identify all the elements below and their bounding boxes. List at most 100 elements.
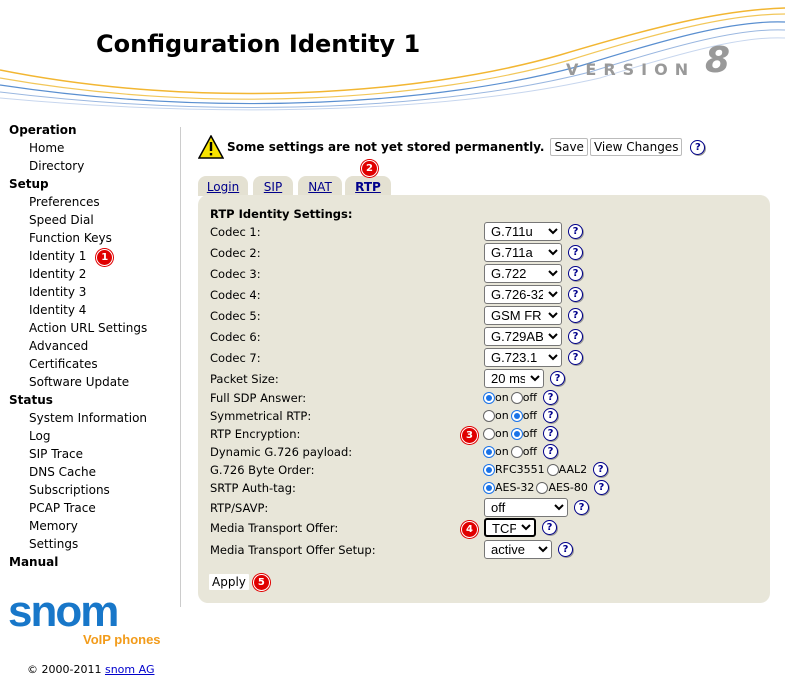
byte-order-rfc3551-radio[interactable]	[483, 463, 495, 476]
help-icon[interactable]: ?	[568, 308, 583, 323]
sidebar-section-setup: Setup	[9, 177, 49, 191]
section-heading: RTP Identity Settings:	[210, 207, 353, 221]
help-icon[interactable]: ?	[543, 408, 559, 423]
sidebar-section-status: Status	[9, 393, 53, 407]
codec-7-label: Codec 7:	[210, 351, 261, 365]
help-icon[interactable]: ?	[690, 139, 706, 155]
help-icon[interactable]: ?	[593, 480, 609, 495]
version-label: VERSION	[566, 60, 696, 79]
codec-7-select[interactable]: G.723.1	[484, 348, 562, 367]
step-badge-2: 2	[361, 160, 378, 177]
packet-size-label: Packet Size:	[210, 372, 279, 386]
help-icon[interactable]: ?	[568, 350, 583, 365]
step-badge-5: 5	[252, 573, 270, 591]
help-icon[interactable]: ?	[543, 390, 559, 405]
rtp-encryption-label: RTP Encryption:	[210, 427, 301, 441]
logo-tagline: VoIP phones	[83, 632, 161, 647]
sidebar-item-settings[interactable]: Settings	[0, 537, 180, 555]
help-icon[interactable]: ?	[568, 224, 583, 239]
codec-2-select[interactable]: G.711a	[484, 243, 562, 262]
help-icon[interactable]: ?	[593, 462, 609, 477]
codec-5-label: Codec 5:	[210, 309, 261, 323]
dynamic-g726-on-radio[interactable]	[483, 445, 495, 458]
logo-brand-text: snom	[8, 587, 119, 636]
sidebar-item-log[interactable]: Log	[0, 429, 180, 447]
codec-1-label: Codec 1:	[210, 225, 261, 239]
help-icon[interactable]: ?	[542, 520, 557, 535]
codec-6-label: Codec 6:	[210, 330, 261, 344]
sidebar-item-action-url-settings[interactable]: Action URL Settings	[0, 321, 180, 339]
full-sdp-label: Full SDP Answer:	[210, 391, 307, 405]
help-icon[interactable]: ?	[543, 426, 559, 441]
sidebar-section-operation: Operation	[9, 123, 77, 137]
sidebar-section-manual[interactable]: Manual	[0, 555, 180, 573]
srtp-aes80-radio[interactable]	[536, 481, 549, 494]
rtp-encryption-on-radio[interactable]	[483, 427, 495, 440]
save-button[interactable]: Save	[550, 138, 588, 156]
help-icon[interactable]: ?	[550, 371, 565, 386]
help-icon[interactable]: ?	[558, 542, 573, 557]
company-link[interactable]: snom AG	[105, 663, 155, 676]
sidebar-item-identity-3[interactable]: Identity 3	[0, 285, 180, 303]
help-icon[interactable]: ?	[543, 444, 559, 459]
codec-6-select[interactable]: G.729AB	[484, 327, 562, 346]
media-transport-offer-select[interactable]: TCP	[484, 518, 536, 537]
sidebar-item-identity-4[interactable]: Identity 4	[0, 303, 180, 321]
apply-button[interactable]: Apply	[208, 573, 250, 591]
help-icon[interactable]: ?	[568, 329, 583, 344]
sidebar-item-sip-trace[interactable]: SIP Trace	[0, 447, 180, 465]
full-sdp-off-radio[interactable]	[510, 391, 523, 404]
page-title: Configuration Identity 1	[96, 30, 421, 58]
srtp-auth-tag-label: SRTP Auth-tag:	[210, 481, 296, 495]
codec-3-select[interactable]: G.722	[484, 264, 562, 283]
snom-logo: snom VoIP phones	[8, 587, 161, 648]
apply-group: Apply 5	[208, 573, 270, 591]
sidebar-item-system-information[interactable]: System Information	[0, 411, 180, 429]
sidebar-item-advanced[interactable]: Advanced	[0, 339, 180, 357]
sidebar-item-home[interactable]: Home	[0, 141, 180, 159]
sidebar-item-function-keys[interactable]: Function Keys	[0, 231, 180, 249]
dynamic-g726-off-radio[interactable]	[510, 445, 523, 458]
media-transport-offer-setup-label: Media Transport Offer Setup:	[210, 543, 376, 557]
tab-nat[interactable]: NAT	[298, 176, 342, 196]
codec-1-select[interactable]: G.711u	[484, 222, 562, 241]
sidebar-item-pcap-trace[interactable]: PCAP Trace	[0, 501, 180, 519]
tab-sip[interactable]: SIP	[253, 176, 293, 196]
sidebar-item-software-update[interactable]: Software Update	[0, 375, 180, 393]
view-changes-button[interactable]: View Changes	[589, 138, 683, 156]
sidebar-item-speed-dial[interactable]: Speed Dial	[0, 213, 180, 231]
rtp-encryption-off-radio[interactable]	[510, 427, 523, 440]
sidebar-divider	[180, 127, 181, 607]
rtp-savp-select[interactable]: off	[484, 498, 568, 517]
sidebar-item-directory[interactable]: Directory	[0, 159, 180, 177]
symmetrical-rtp-on-radio[interactable]	[483, 409, 495, 422]
step-badge-4: 4	[461, 521, 478, 538]
media-transport-offer-label: Media Transport Offer:	[210, 521, 339, 535]
help-icon[interactable]: ?	[568, 287, 583, 302]
full-sdp-on-radio[interactable]	[483, 391, 495, 404]
sidebar-item-identity-2[interactable]: Identity 2	[0, 267, 180, 285]
media-transport-offer-setup-select[interactable]: active	[484, 540, 552, 559]
symmetrical-rtp-label: Symmetrical RTP:	[210, 409, 312, 423]
help-icon[interactable]: ?	[574, 500, 589, 515]
codec-2-label: Codec 2:	[210, 246, 261, 260]
sidebar-item-dns-cache[interactable]: DNS Cache	[0, 465, 180, 483]
help-icon[interactable]: ?	[568, 245, 583, 260]
codec-3-label: Codec 3:	[210, 267, 261, 281]
byte-order-aal2-radio[interactable]	[546, 463, 559, 476]
sidebar-item-identity-1[interactable]: Identity 1 1	[0, 249, 180, 267]
codec-5-select[interactable]: GSM FR	[484, 306, 562, 325]
sidebar-item-subscriptions[interactable]: Subscriptions	[0, 483, 180, 501]
step-badge-1: 1	[96, 249, 114, 266]
sidebar-item-preferences[interactable]: Preferences	[0, 195, 180, 213]
tab-rtp[interactable]: RTP	[345, 176, 391, 196]
codec-4-select[interactable]: G.726-32	[484, 285, 562, 304]
packet-size-select[interactable]: 20 ms	[484, 369, 544, 388]
sidebar-item-memory[interactable]: Memory	[0, 519, 180, 537]
dynamic-g726-label: Dynamic G.726 payload:	[210, 445, 353, 459]
help-icon[interactable]: ?	[568, 266, 583, 281]
symmetrical-rtp-off-radio[interactable]	[510, 409, 523, 422]
srtp-aes32-radio[interactable]	[483, 481, 495, 494]
sidebar-item-certificates[interactable]: Certificates	[0, 357, 180, 375]
tab-login[interactable]: Login	[198, 176, 248, 196]
